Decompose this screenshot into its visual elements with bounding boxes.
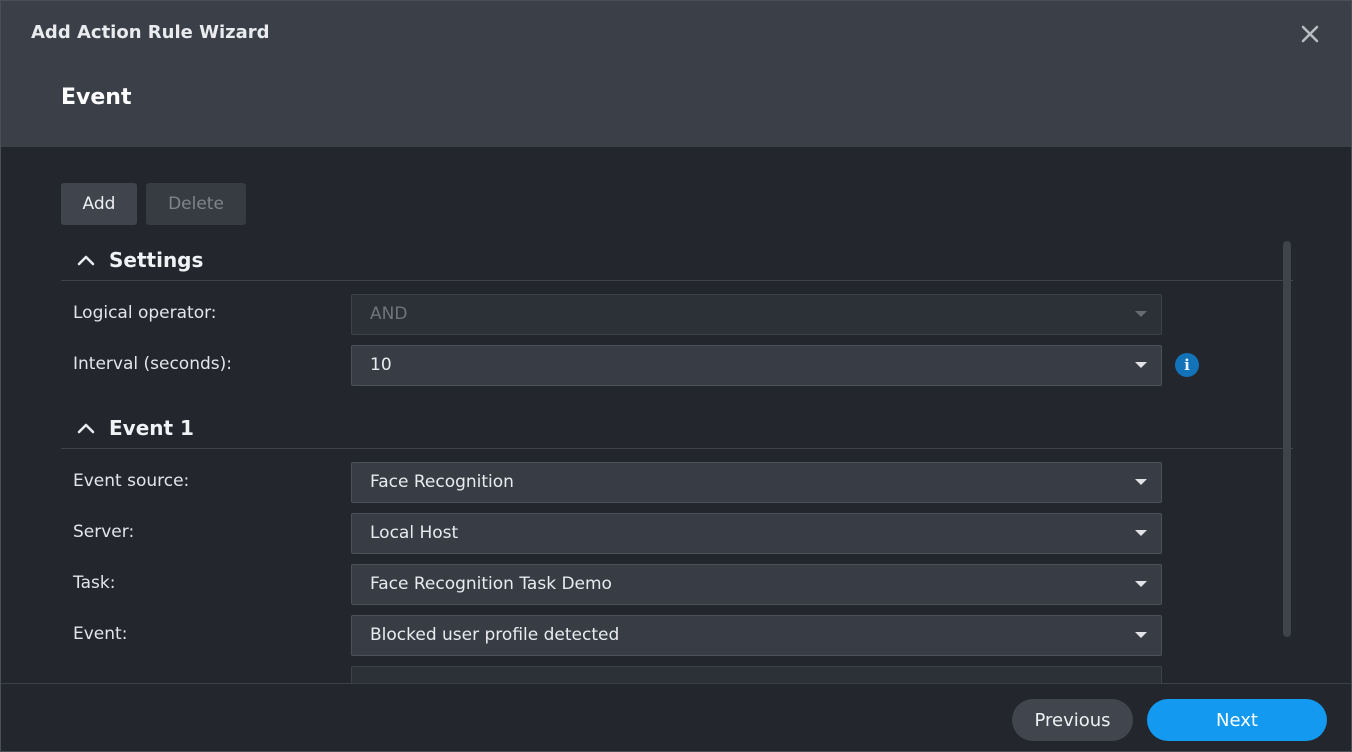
event-select[interactable]: Blocked user profile detected: [351, 615, 1162, 656]
dropdown-arrow-icon: [1135, 632, 1147, 638]
logical-operator-row: Logical operator: AND: [61, 294, 1221, 335]
interval-select[interactable]: 10: [351, 345, 1162, 386]
dropdown-arrow-icon: [1135, 581, 1147, 587]
logical-operator-value: AND: [370, 304, 408, 324]
partial-next-row: [61, 666, 1221, 683]
dropdown-arrow-icon: [1135, 479, 1147, 485]
server-row: Server: Local Host: [61, 513, 1221, 554]
event-row: Event: Blocked user profile detected: [61, 615, 1221, 656]
dropdown-arrow-icon: [1135, 362, 1147, 368]
event-label: Event:: [73, 624, 128, 644]
interval-value: 10: [370, 355, 392, 375]
logical-operator-label: Logical operator:: [73, 303, 217, 323]
dialog-header: Add Action Rule Wizard Event: [1, 1, 1351, 147]
interval-row: Interval (seconds): 10 i: [61, 345, 1221, 386]
dialog-footer: Previous Next: [1, 683, 1351, 751]
dialog-title: Add Action Rule Wizard: [31, 22, 270, 43]
event-source-select[interactable]: Face Recognition: [351, 462, 1162, 503]
info-icon[interactable]: i: [1175, 353, 1199, 377]
server-label: Server:: [73, 522, 135, 542]
toolbar: Add Delete: [61, 183, 246, 225]
task-label: Task:: [73, 573, 116, 593]
settings-section-title: Settings: [109, 247, 204, 272]
server-value: Local Host: [370, 523, 459, 543]
logical-operator-select[interactable]: AND: [351, 294, 1162, 335]
task-select[interactable]: Face Recognition Task Demo: [351, 564, 1162, 605]
event1-section-title: Event 1: [109, 415, 194, 440]
close-icon[interactable]: [1297, 21, 1323, 47]
form-scroll-area[interactable]: Settings Logical operator: AND Interval …: [61, 239, 1293, 683]
partial-next-select[interactable]: [351, 666, 1162, 683]
add-button[interactable]: Add: [61, 183, 137, 225]
delete-button[interactable]: Delete: [146, 183, 246, 225]
add-action-rule-wizard-dialog: Add Action Rule Wizard Event Add Delete …: [0, 0, 1352, 752]
settings-section-header[interactable]: Settings: [61, 239, 1293, 281]
next-button[interactable]: Next: [1147, 699, 1327, 741]
chevron-up-icon[interactable]: [75, 417, 97, 439]
event-source-value: Face Recognition: [370, 472, 514, 492]
event-source-row: Event source: Face Recognition: [61, 462, 1221, 503]
chevron-up-icon[interactable]: [75, 249, 97, 271]
event-value: Blocked user profile detected: [370, 625, 620, 645]
previous-button[interactable]: Previous: [1012, 699, 1133, 741]
event-source-label: Event source:: [73, 471, 190, 491]
server-select[interactable]: Local Host: [351, 513, 1162, 554]
interval-label: Interval (seconds):: [73, 354, 232, 374]
task-value: Face Recognition Task Demo: [370, 574, 612, 594]
event1-section-header[interactable]: Event 1: [61, 407, 1293, 449]
task-row: Task: Face Recognition Task Demo: [61, 564, 1221, 605]
dropdown-arrow-icon: [1135, 530, 1147, 536]
vertical-scrollbar[interactable]: [1283, 241, 1291, 637]
dropdown-arrow-icon: [1135, 311, 1147, 317]
step-title: Event: [61, 85, 132, 110]
